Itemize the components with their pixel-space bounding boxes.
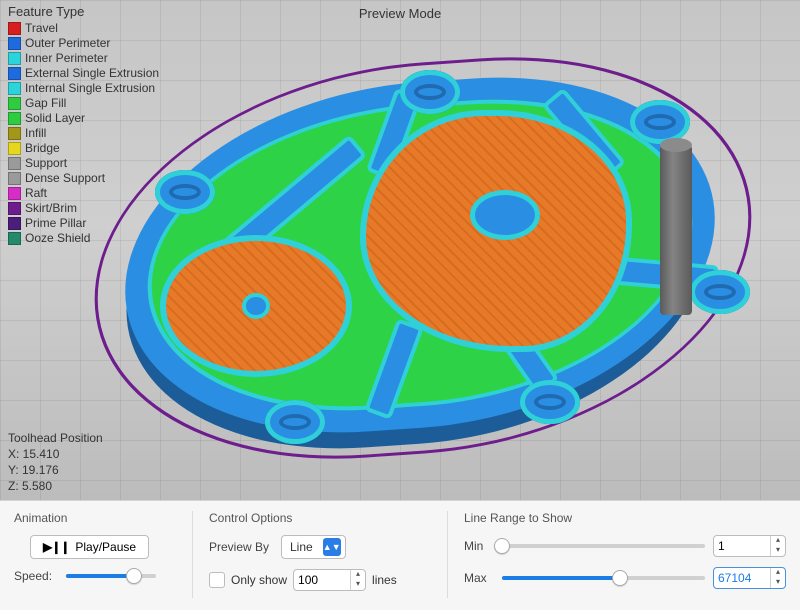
only-show-suffix: lines bbox=[372, 573, 397, 587]
legend-label: Infill bbox=[25, 126, 46, 141]
only-show-stepper[interactable]: ▴▾ bbox=[293, 569, 366, 591]
boss bbox=[520, 380, 580, 424]
play-pause-button[interactable]: ▶❙❙ Play/Pause bbox=[30, 535, 149, 559]
toolhead-header: Toolhead Position bbox=[8, 430, 103, 446]
play-pause-icon: ▶❙❙ bbox=[43, 540, 69, 554]
speed-label: Speed: bbox=[14, 569, 58, 583]
control-panel: Animation ▶❙❙ Play/Pause Speed: Control … bbox=[0, 500, 800, 610]
legend-swatch bbox=[8, 82, 21, 95]
legend-label: Inner Perimeter bbox=[25, 51, 108, 66]
toolhead-position: Toolhead Position X: 15.410 Y: 19.176 Z:… bbox=[8, 430, 103, 494]
legend-swatch bbox=[8, 157, 21, 170]
play-pause-label: Play/Pause bbox=[75, 540, 136, 554]
max-input[interactable] bbox=[714, 568, 770, 588]
legend-swatch bbox=[8, 52, 21, 65]
legend-swatch bbox=[8, 67, 21, 80]
legend-swatch bbox=[8, 142, 21, 155]
only-show-checkbox[interactable] bbox=[209, 572, 225, 588]
boss bbox=[400, 70, 460, 114]
boss bbox=[690, 270, 750, 314]
legend-label: Skirt/Brim bbox=[25, 201, 77, 216]
legend-swatch bbox=[8, 217, 21, 230]
legend-swatch bbox=[8, 202, 21, 215]
legend-swatch bbox=[8, 37, 21, 50]
min-stepper[interactable]: ▴▾ bbox=[713, 535, 786, 557]
max-stepper[interactable]: ▴▾ bbox=[713, 567, 786, 589]
max-slider[interactable] bbox=[502, 576, 705, 580]
speed-slider[interactable] bbox=[66, 574, 156, 578]
legend-swatch bbox=[8, 97, 21, 110]
legend-label: Solid Layer bbox=[25, 111, 85, 126]
min-slider[interactable] bbox=[502, 544, 705, 548]
legend-label: Gap Fill bbox=[25, 96, 66, 111]
legend-label: Travel bbox=[25, 21, 58, 36]
boss bbox=[155, 170, 215, 214]
only-show-input[interactable] bbox=[294, 570, 350, 590]
stepper-down-icon[interactable]: ▾ bbox=[351, 580, 365, 590]
preview-viewport[interactable]: Preview Mode Feature Type TravelOuter Pe… bbox=[0, 0, 800, 500]
min-input[interactable] bbox=[714, 536, 770, 556]
legend-swatch bbox=[8, 22, 21, 35]
legend-swatch bbox=[8, 187, 21, 200]
legend-header: Feature Type bbox=[8, 4, 159, 19]
min-label: Min bbox=[464, 539, 494, 553]
legend-label: Outer Perimeter bbox=[25, 36, 110, 51]
legend-swatch bbox=[8, 232, 21, 245]
control-options-title: Control Options bbox=[209, 511, 419, 525]
preview-by-label: Preview By bbox=[209, 540, 281, 554]
legend-label: Prime Pillar bbox=[25, 216, 86, 231]
legend-label: Dense Support bbox=[25, 171, 105, 186]
line-range-group: Line Range to Show Min ▴▾ Max ▴▾ bbox=[447, 511, 786, 598]
boss bbox=[265, 400, 325, 444]
legend-label: Raft bbox=[25, 186, 47, 201]
legend-swatch bbox=[8, 172, 21, 185]
prime-pillar bbox=[660, 145, 692, 315]
line-range-title: Line Range to Show bbox=[464, 511, 786, 525]
animation-title: Animation bbox=[14, 511, 164, 525]
toolhead-x: X: 15.410 bbox=[8, 446, 103, 462]
max-label: Max bbox=[464, 571, 494, 585]
toolhead-z: Z: 5.580 bbox=[8, 478, 103, 494]
preview-by-value: Line bbox=[290, 540, 313, 554]
stepper-down-icon[interactable]: ▾ bbox=[771, 578, 785, 588]
legend-label: Bridge bbox=[25, 141, 60, 156]
animation-group: Animation ▶❙❙ Play/Pause Speed: bbox=[14, 511, 164, 598]
toolhead-y: Y: 19.176 bbox=[8, 462, 103, 478]
legend-label: Ooze Shield bbox=[25, 231, 90, 246]
control-options-group: Control Options Preview By Line Only sho… bbox=[192, 511, 419, 598]
bore bbox=[470, 190, 540, 240]
only-show-label: Only show bbox=[231, 573, 287, 587]
stepper-down-icon[interactable]: ▾ bbox=[771, 546, 785, 556]
chevron-updown-icon bbox=[323, 538, 341, 556]
preview-by-select[interactable]: Line bbox=[281, 535, 346, 559]
legend-item: Travel bbox=[8, 21, 159, 36]
legend-label: Support bbox=[25, 156, 67, 171]
infill-region bbox=[160, 235, 352, 377]
legend-swatch bbox=[8, 127, 21, 140]
legend-swatch bbox=[8, 112, 21, 125]
model-3d bbox=[100, 40, 740, 470]
